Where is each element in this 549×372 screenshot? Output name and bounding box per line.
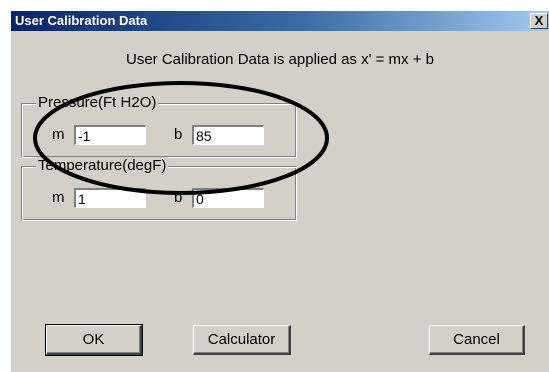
pressure-group-label: Pressure(Ft H2O) xyxy=(36,94,159,111)
pressure-b-label: b xyxy=(174,126,183,143)
temperature-b-input[interactable] xyxy=(192,188,264,208)
cancel-button[interactable]: Cancel xyxy=(429,325,525,355)
pressure-m-input[interactable] xyxy=(74,125,146,145)
close-button[interactable]: X xyxy=(530,13,548,29)
temperature-group: Temperature(degF) m b xyxy=(21,157,297,221)
title-bar[interactable]: User Calibration Data X xyxy=(11,11,549,31)
temperature-b-label: b xyxy=(174,189,183,206)
pressure-b-input[interactable] xyxy=(192,125,264,145)
calibration-dialog: User Calibration Data X User Calibration… xyxy=(10,10,549,372)
ok-button[interactable]: OK xyxy=(45,324,143,356)
pressure-group: Pressure(Ft H2O) m b xyxy=(21,94,297,158)
pressure-m-label: m xyxy=(52,126,65,143)
temperature-m-label: m xyxy=(52,189,65,206)
temperature-group-label: Temperature(degF) xyxy=(36,157,169,174)
formula-description: User Calibration Data is applied as x' =… xyxy=(125,51,434,68)
window-title: User Calibration Data xyxy=(15,13,148,28)
temperature-m-input[interactable] xyxy=(74,188,146,208)
calculator-button[interactable]: Calculator xyxy=(193,325,291,355)
